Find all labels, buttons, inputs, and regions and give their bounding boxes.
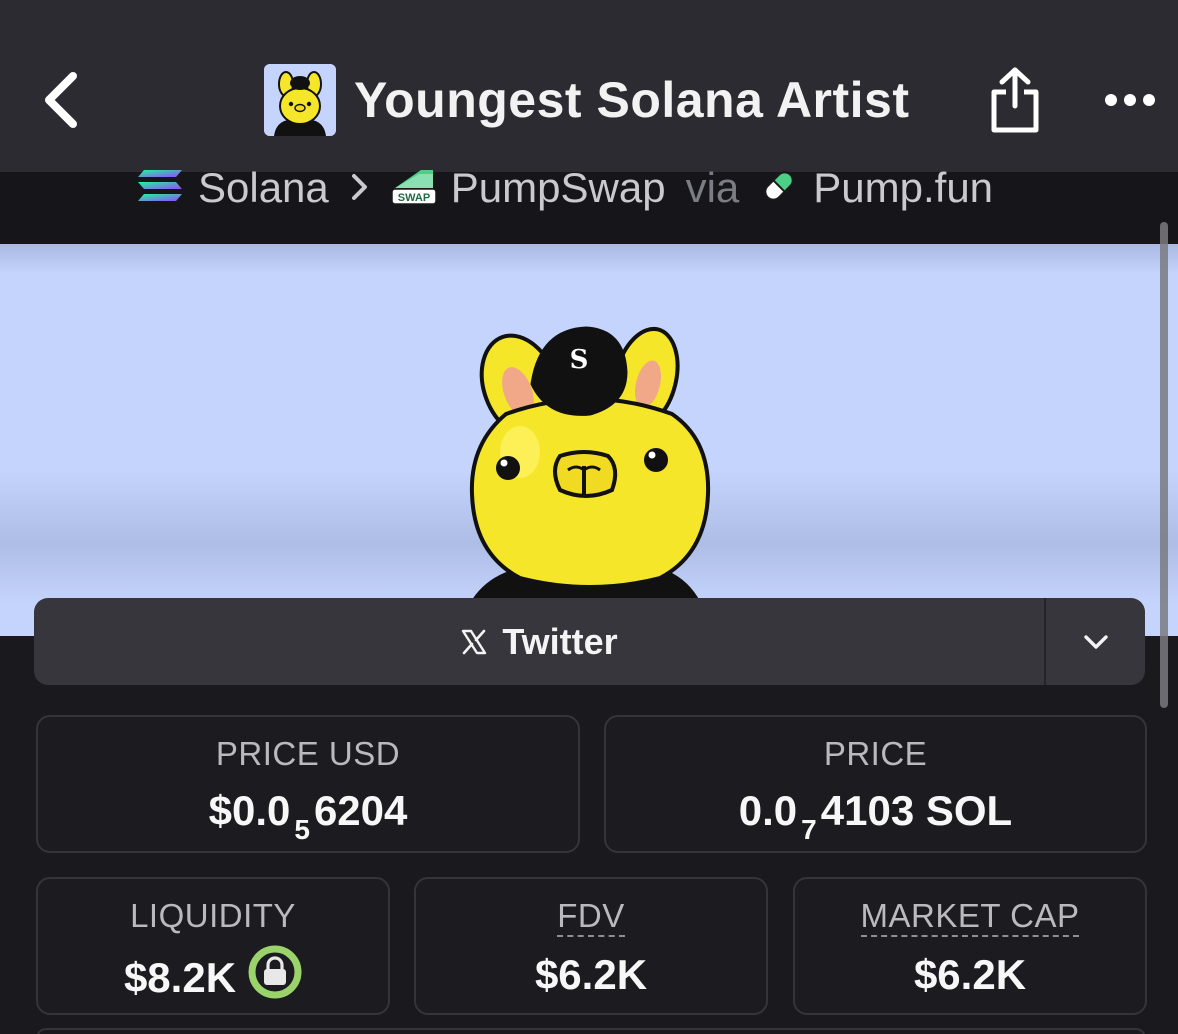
share-button[interactable] — [984, 64, 1046, 136]
svg-text:S: S — [570, 345, 589, 375]
fdv-value: $6.2K — [534, 951, 648, 998]
market-cap-label-text[interactable]: MARKET CAP — [860, 897, 1080, 937]
market-cap-value: $6.2K — [913, 951, 1027, 998]
price-usd-value: $0.0 56204 — [38, 787, 578, 845]
breadcrumb-chain[interactable]: Solana — [198, 164, 329, 212]
price-usd-digits: 6204 — [313, 787, 408, 834]
back-button[interactable] — [36, 68, 86, 132]
market-cap-card: MARKET CAP $6.2K — [793, 877, 1147, 1015]
price-usd-card: PRICE USD $0.0 56204 — [36, 715, 580, 853]
share-icon — [991, 67, 1039, 133]
price-native-value: 0.0 74103 SOL — [606, 787, 1145, 845]
ellipsis-icon — [1105, 94, 1155, 106]
breadcrumb-separator-icon — [351, 166, 369, 211]
liquidity-card: LIQUIDITY $8.2K — [36, 877, 390, 1015]
chevron-down-icon — [1083, 634, 1108, 649]
lock-icon[interactable] — [248, 945, 302, 1009]
x-logo-icon — [462, 629, 487, 654]
social-dropdown-button[interactable] — [1046, 598, 1145, 685]
price-native-zero-count: 7 — [801, 814, 817, 845]
breadcrumb-dex[interactable]: PumpSwap — [451, 164, 666, 212]
scrollbar[interactable] — [1160, 222, 1168, 708]
price-usd-prefix: $0.0 — [208, 787, 291, 834]
breadcrumb-via: via — [685, 164, 740, 211]
pump-fun-pill-icon — [759, 166, 799, 211]
market-cap-label[interactable]: MARKET CAP — [795, 897, 1145, 937]
price-native-card: PRICE 0.0 74103 SOL — [604, 715, 1147, 853]
liquidity-value-row: $8.2K — [38, 945, 388, 1013]
next-card-edge — [36, 1028, 1146, 1034]
fdv-card: FDV $6.2K — [414, 877, 768, 1015]
liquidity-label: LIQUIDITY — [130, 897, 296, 934]
twitter-button[interactable]: Twitter — [34, 598, 1044, 685]
svg-text:SWAP: SWAP — [398, 192, 430, 204]
token-avatar — [264, 64, 336, 136]
price-native-unit: SOL — [925, 787, 1013, 834]
liquidity-value: $8.2K — [123, 954, 237, 1002]
top-nav-bar: Youngest Solana Artist — [0, 0, 1178, 172]
price-native-prefix: 0.0 — [738, 787, 798, 834]
mascot-illustration: S — [458, 326, 712, 636]
price-usd-label: PRICE USD — [215, 735, 401, 772]
price-native-digits: 4103 — [820, 787, 915, 834]
fdv-label-text[interactable]: FDV — [557, 897, 625, 937]
breadcrumb-launchpad[interactable]: Pump.fun — [813, 164, 993, 212]
fdv-label[interactable]: FDV — [416, 897, 766, 937]
pumpswap-logo-icon: SWAP — [391, 166, 437, 211]
more-options-button[interactable] — [1098, 82, 1162, 118]
twitter-button-label: Twitter — [502, 620, 618, 662]
breadcrumb: Solana SWAP PumpSwap via Pump.fun — [0, 164, 1178, 244]
chevron-left-icon — [45, 72, 77, 128]
price-native-label: PRICE — [823, 735, 928, 772]
price-usd-zero-count: 5 — [294, 814, 310, 845]
page-title: Youngest Solana Artist — [354, 72, 910, 128]
social-links-bar: Twitter — [34, 598, 1145, 685]
solana-logo-icon — [136, 168, 184, 209]
token-title-group: Youngest Solana Artist — [264, 64, 910, 136]
token-banner-image: S — [0, 244, 1178, 636]
